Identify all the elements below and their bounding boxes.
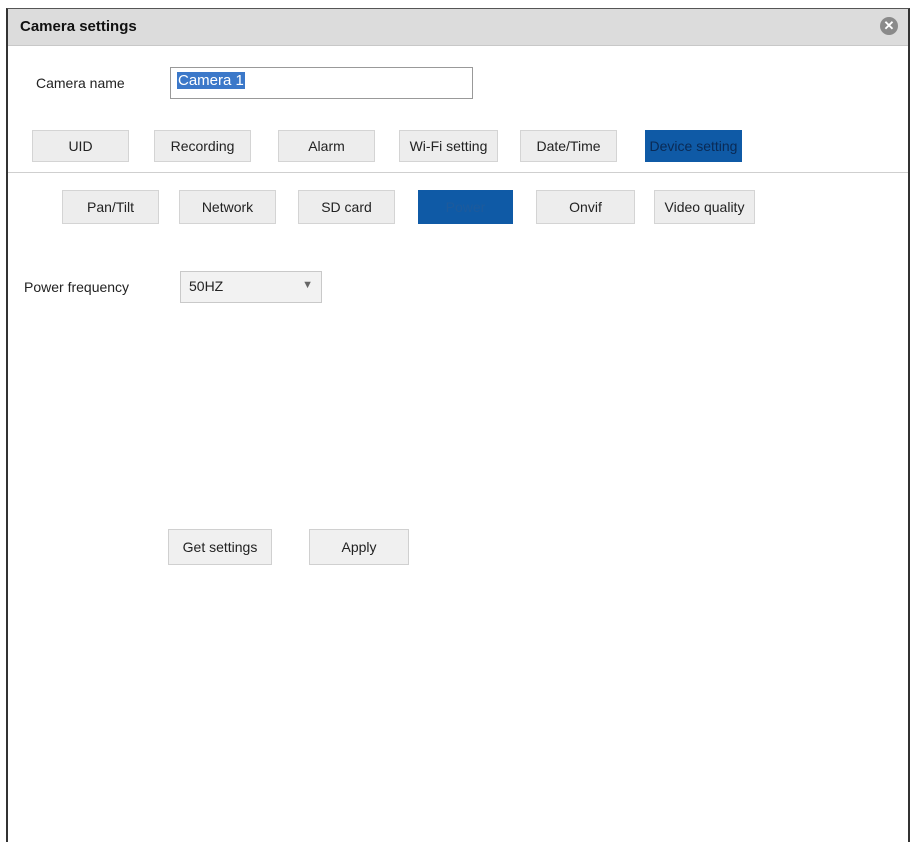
subtab-onvif[interactable]: Onvif (536, 190, 635, 224)
tab-recording[interactable]: Recording (154, 130, 251, 162)
power-frequency-value: 50HZ (189, 278, 224, 294)
tab-uid[interactable]: UID (32, 130, 129, 162)
dialog-title: Camera settings (20, 18, 137, 35)
power-frequency-select[interactable]: 50HZ ▼ (180, 271, 322, 303)
subtab-power[interactable]: Power (418, 190, 513, 224)
close-icon[interactable]: ✕ (880, 17, 898, 35)
camera-settings-dialog: Camera settings ✕ Camera name Camera 1 U… (6, 8, 910, 842)
camera-name-label: Camera name (36, 75, 125, 91)
apply-button[interactable]: Apply (309, 529, 409, 565)
subtab-pan-tilt[interactable]: Pan/Tilt (62, 190, 159, 224)
title-bar: Camera settings ✕ (8, 9, 908, 46)
camera-name-value: Camera 1 (177, 72, 245, 89)
tab-wifi-setting[interactable]: Wi-Fi setting (399, 130, 498, 162)
subtab-network[interactable]: Network (179, 190, 276, 224)
tab-date-time[interactable]: Date/Time (520, 130, 617, 162)
camera-name-input[interactable]: Camera 1 (170, 67, 473, 99)
get-settings-button[interactable]: Get settings (168, 529, 272, 565)
subtab-sd-card[interactable]: SD card (298, 190, 395, 224)
chevron-down-icon: ▼ (302, 279, 313, 291)
tab-alarm[interactable]: Alarm (278, 130, 375, 162)
tab-device-setting[interactable]: Device setting (645, 130, 742, 162)
divider (8, 172, 908, 173)
power-frequency-label: Power frequency (24, 279, 130, 295)
subtab-video-quality[interactable]: Video quality (654, 190, 755, 224)
